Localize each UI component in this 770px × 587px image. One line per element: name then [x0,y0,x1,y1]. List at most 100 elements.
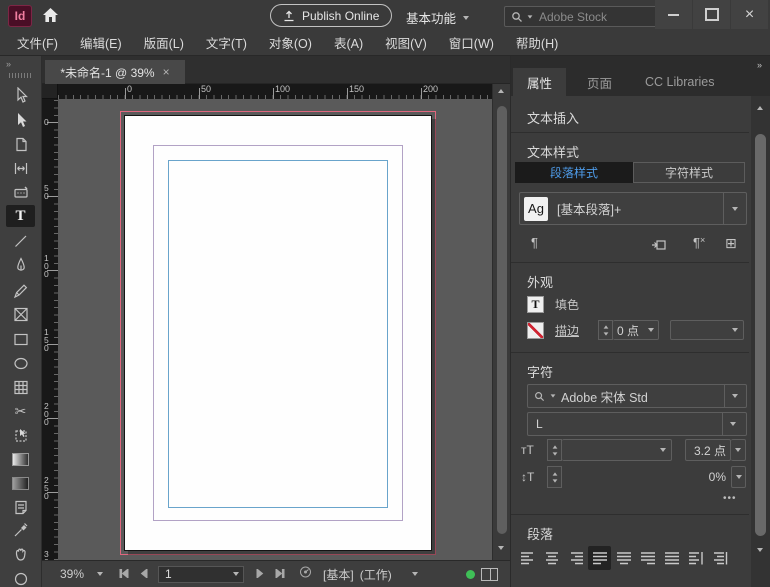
line-tool[interactable] [6,230,35,252]
align-left-button[interactable] [516,546,539,570]
menu-layout[interactable]: 版面(L) [133,33,195,52]
style-dropdown-arrow[interactable] [723,193,742,224]
publish-online-button[interactable]: Publish Online [270,4,392,27]
preflight-icon[interactable] [299,566,313,582]
character-more-options-icon[interactable]: ••• [723,493,737,504]
panel-scroll-down-icon[interactable] [757,548,763,552]
last-page-button[interactable] [275,567,285,581]
page-number-field[interactable] [158,566,244,583]
tab-pages[interactable]: 页面 [573,68,626,96]
panel-scrollbar[interactable] [751,96,770,587]
close-button[interactable]: × [731,0,768,29]
pen-tool[interactable] [6,254,35,276]
align-towards-spine-button[interactable] [684,546,707,570]
size-secondary-arrow[interactable] [731,439,746,461]
gradient-feather-tool[interactable] [6,472,35,494]
panel-scroll-up-icon[interactable] [757,106,763,110]
next-page-button[interactable] [256,567,264,581]
preflight-chevron-icon[interactable] [412,572,418,576]
document-tab[interactable]: *未命名-1 @ 39% × [45,60,185,84]
first-page-button[interactable] [119,567,129,581]
document-page[interactable] [124,115,432,551]
rectangle-tool[interactable] [6,328,35,350]
direct-selection-tool[interactable] [6,109,35,131]
font-family-arrow[interactable] [724,385,740,407]
new-style-icon[interactable]: ⊞ [725,235,737,252]
font-size-stepper[interactable] [547,439,562,461]
vertical-ruler[interactable]: 0 50 100 150 200 250 300 [42,99,58,560]
menu-view[interactable]: 视图(V) [374,33,438,52]
zoom-level-chevron-icon[interactable] [97,572,103,576]
justify-last-left-button[interactable] [588,546,611,570]
adobe-stock-search[interactable] [504,6,658,27]
maximize-button[interactable] [693,0,730,29]
paragraph-mark-icon[interactable]: ¶ [531,235,538,250]
tab-properties[interactable]: 属性 [513,68,566,96]
menu-window[interactable]: 窗口(W) [438,33,505,52]
eyedropper-tool[interactable] [6,518,35,540]
selection-tool[interactable] [6,84,35,106]
menu-table[interactable]: 表(A) [323,33,374,52]
leading-secondary-arrow[interactable] [731,466,746,488]
scissors-tool[interactable]: ✂ [6,400,35,422]
panel-collapse-icon[interactable]: » [757,60,763,70]
tab-cc-libraries[interactable]: CC Libraries [631,68,728,96]
justify-last-right-button[interactable] [636,546,659,570]
fill-label[interactable]: 填色 [555,296,579,313]
horizontal-grid-tool[interactable] [6,376,35,398]
hand-tool[interactable] [6,542,35,564]
content-collector-tool[interactable] [6,181,35,203]
workspace-switcher[interactable]: 基本功能 [406,8,469,27]
zoom-level-value[interactable]: 39% [60,567,84,581]
stroke-type-dropdown[interactable] [670,320,744,340]
character-styles-toggle[interactable]: 字符样式 [633,162,745,183]
text-frame[interactable] [168,160,388,508]
paragraph-style-dropdown[interactable]: Ag [基本段落]+ [519,192,747,225]
ruler-corner[interactable] [42,84,58,99]
tools-collapse-icon[interactable]: » [6,59,12,69]
menu-help[interactable]: 帮助(H) [505,33,569,52]
pencil-tool[interactable] [6,279,35,301]
page-tool[interactable] [6,133,35,155]
scroll-up-icon[interactable] [498,89,504,93]
zoom-tool[interactable] [6,566,35,587]
stroke-weight-field[interactable]: 0 点 [613,320,659,340]
font-style-dropdown[interactable]: L [527,412,747,436]
stroke-swatch-icon[interactable] [527,322,544,339]
document-tab-close-icon[interactable]: × [163,65,170,79]
canvas-vertical-scrollbar[interactable] [492,84,510,560]
pasteboard[interactable] [58,99,492,560]
canvas-scroll-thumb[interactable] [497,106,507,534]
free-transform-tool[interactable] [6,424,35,446]
search-input[interactable] [537,9,637,25]
menu-file[interactable]: 文件(F) [6,33,69,52]
note-tool[interactable] [6,496,35,518]
leading-secondary-field[interactable]: 0% [685,466,731,488]
clear-overrides-icon[interactable]: ¶× [693,235,705,250]
leading-stepper[interactable] [547,466,562,488]
scroll-down-icon[interactable] [498,546,504,550]
paragraph-styles-toggle[interactable]: 段落样式 [515,162,633,183]
menu-type[interactable]: 文字(T) [195,33,258,52]
align-away-from-spine-button[interactable] [708,546,731,570]
spread-view-icon[interactable] [481,568,498,581]
home-icon[interactable] [42,7,59,26]
align-center-button[interactable] [540,546,563,570]
minimize-button[interactable] [655,0,692,29]
redefine-style-icon[interactable] [651,237,667,254]
horizontal-ruler[interactable]: 0 50 100 150 200 [58,84,492,99]
menu-object[interactable]: 对象(O) [258,33,323,52]
align-right-button[interactable] [564,546,587,570]
page-number-input[interactable] [163,566,223,582]
stroke-label[interactable]: 描边 [555,322,579,339]
fill-swatch-icon[interactable]: T [527,296,544,313]
previous-page-button[interactable] [140,567,148,581]
page-number-chevron-icon[interactable] [233,572,239,576]
tools-drag-handle[interactable] [9,73,31,78]
preflight-profile[interactable]: [基本] [323,566,354,583]
menu-edit[interactable]: 编辑(E) [69,33,133,52]
ellipse-tool[interactable] [6,352,35,374]
size-secondary-field[interactable]: 3.2 点 [685,439,731,461]
panel-scroll-thumb[interactable] [755,134,766,536]
justify-all-button[interactable] [660,546,683,570]
